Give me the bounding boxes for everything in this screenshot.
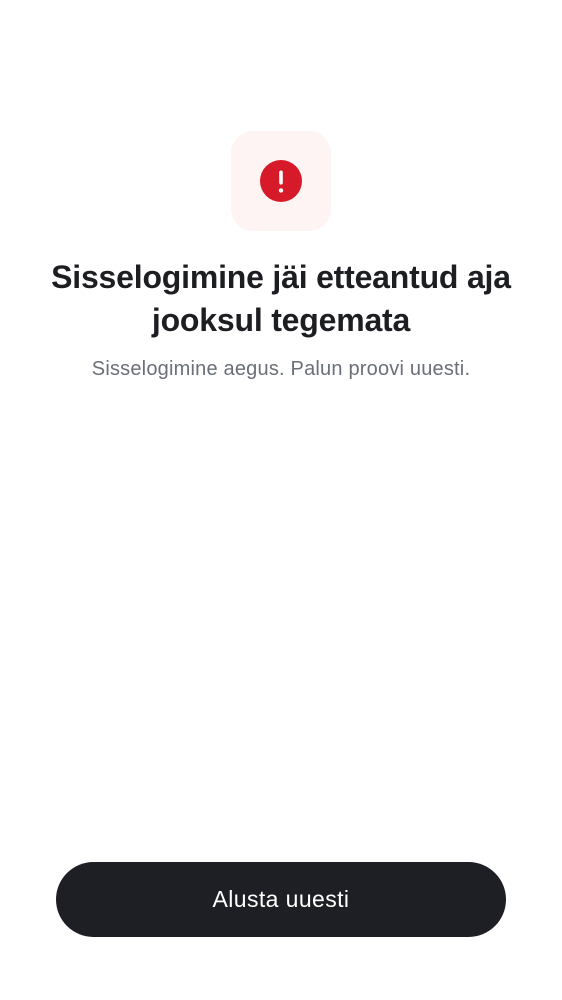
error-icon-tile [231, 131, 331, 231]
page-title: Sisselogimine jäi etteantud aja jooksul … [51, 259, 511, 338]
alert-circle-icon [260, 160, 302, 202]
restart-button[interactable]: Alusta uuesti [56, 862, 506, 937]
page-subtitle: Sisselogimine aegus. Palun proovi uuesti… [91, 358, 471, 380]
